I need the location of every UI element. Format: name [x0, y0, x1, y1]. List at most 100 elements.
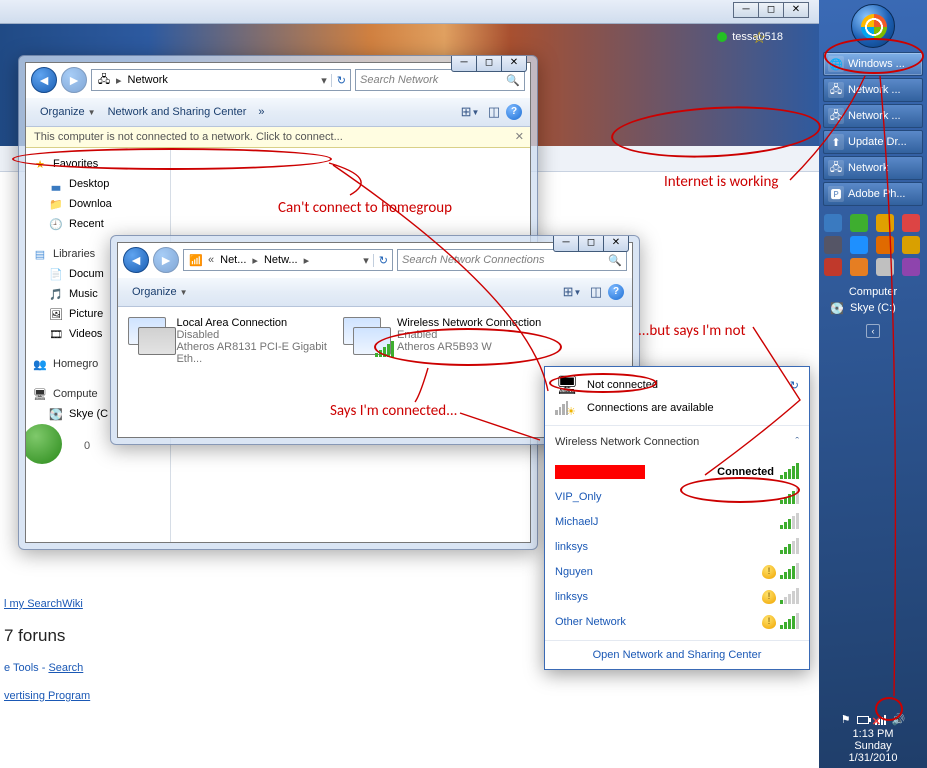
network-name: VIP_Only	[555, 491, 668, 503]
nav-desktop[interactable]: ▃Desktop	[26, 174, 170, 194]
tray-icon[interactable]	[824, 258, 842, 276]
refresh-icon[interactable]: ↻	[790, 379, 799, 392]
page-user[interactable]: tessa0518	[717, 31, 783, 43]
breadcrumb-network[interactable]: Network	[126, 73, 170, 87]
network-row[interactable]: linksys	[555, 534, 799, 559]
tray-icon[interactable]	[850, 236, 868, 254]
desktop-drive[interactable]: 💽Skye (C:)	[819, 298, 927, 318]
refresh-icon[interactable]: ↻	[373, 254, 388, 267]
adapter-lan[interactable]: Local Area Connection Disabled Atheros A…	[124, 313, 339, 369]
minimize-icon[interactable]: ─	[733, 2, 759, 18]
minimize-button[interactable]: ─	[451, 56, 477, 72]
nav-recent[interactable]: 🕘Recent	[26, 214, 170, 234]
shield-icon: !	[762, 590, 776, 604]
address-bar[interactable]: 🖧 ▸ Network ▾ ↻	[91, 69, 351, 91]
view-button[interactable]: ⊞ ▼	[460, 102, 480, 122]
dropdown-icon[interactable]: ▾	[363, 254, 369, 267]
task-button[interactable]: 🌐Windows ...	[823, 52, 923, 76]
network-row[interactable]: linksys!	[555, 584, 799, 609]
shield-icon: !	[762, 565, 776, 579]
network-row[interactable]: Other Network!	[555, 609, 799, 634]
tray-icon[interactable]	[850, 214, 868, 232]
control-panel-icon: 📶	[188, 252, 204, 268]
tray-icon[interactable]	[824, 236, 842, 254]
battery-icon[interactable]	[857, 716, 869, 724]
open-nsc-link[interactable]: Open Network and Sharing Center	[545, 640, 809, 669]
taskbar: 🌐Windows ...🖧Network ...🖧Network ...⬆Upd…	[819, 0, 927, 768]
nsc-button[interactable]: Network and Sharing Center	[102, 103, 253, 121]
organize-button[interactable]: Organize ▼	[34, 103, 102, 121]
browser-chrome	[0, 0, 823, 24]
tray-icon[interactable]	[824, 214, 842, 232]
preview-pane-button[interactable]: ◫	[484, 102, 504, 122]
show-hidden-icons[interactable]: ‹	[866, 324, 880, 338]
maximize-button[interactable]: ◻	[476, 56, 502, 72]
task-label: Update Dr...	[848, 136, 907, 148]
tray-icon[interactable]	[876, 214, 894, 232]
section-header[interactable]: Wireless Network Connection ˆ	[555, 434, 799, 450]
network-name: MichaelJ	[555, 516, 668, 528]
search-box[interactable]: Search Network Connections 🔍	[397, 249, 627, 271]
flag-icon[interactable]: ⚑	[841, 713, 851, 726]
desktop-icon: ▃	[48, 176, 64, 192]
back-button[interactable]: ◄	[123, 247, 149, 273]
window-controls: ─ ◻ ✕	[452, 56, 527, 72]
tray-icon[interactable]	[902, 236, 920, 254]
link-searchwiki[interactable]: l my SearchWiki	[4, 598, 83, 610]
start-button[interactable]	[851, 4, 895, 48]
toolbar-chevron[interactable]: »	[252, 103, 270, 121]
nav-downloads[interactable]: 📁Downloa	[26, 194, 170, 214]
maximize-icon[interactable]: ◻	[758, 2, 784, 18]
forward-button[interactable]: ►	[61, 67, 87, 93]
tray-icon[interactable]	[850, 258, 868, 276]
maximize-button[interactable]: ◻	[578, 236, 604, 252]
signal-icon	[780, 489, 799, 504]
nav-favorites[interactable]: ★Favorites	[26, 154, 170, 174]
link-search[interactable]: Search	[48, 662, 83, 674]
breadcrumb-netw[interactable]: Netw...	[262, 253, 300, 267]
adapter-wifi[interactable]: Wireless Network Connection Enabled Athe…	[339, 313, 554, 361]
refresh-icon[interactable]: ↻	[331, 74, 346, 87]
view-button[interactable]: ⊞ ▼	[562, 282, 582, 302]
collapse-icon[interactable]: ˆ	[795, 436, 799, 448]
task-button[interactable]: 🖧Network ...	[823, 104, 923, 128]
network-tray-icon[interactable]: ✕	[875, 715, 886, 725]
address-bar[interactable]: 📶 « Net... ▸ Netw... ▸ ▾ ↻	[183, 249, 393, 271]
redacted-ssid	[555, 465, 645, 479]
task-button[interactable]: 🖧Network ...	[823, 78, 923, 102]
tray-icon[interactable]	[902, 214, 920, 232]
recent-icon: 🕘	[48, 216, 64, 232]
info-bar-close[interactable]: ✕	[515, 130, 524, 143]
tray-icon[interactable]	[876, 236, 894, 254]
organize-button[interactable]: Organize ▼	[126, 283, 194, 301]
minimize-button[interactable]: ─	[553, 236, 579, 252]
adapter-status: Enabled	[397, 329, 541, 341]
task-button[interactable]: 🅿Adobe Ph...	[823, 182, 923, 206]
close-button[interactable]: ✕	[501, 56, 527, 72]
task-button[interactable]: 🖧Network	[823, 156, 923, 180]
favorite-star-icon[interactable]: ☆	[752, 28, 766, 48]
dropdown-icon[interactable]: ▾	[321, 74, 327, 87]
star-icon: ★	[32, 156, 48, 172]
connections-available-label: Connections are available	[587, 402, 714, 414]
task-button[interactable]: ⬆Update Dr...	[823, 130, 923, 154]
close-button[interactable]: ✕	[603, 236, 629, 252]
tray-icon[interactable]	[876, 258, 894, 276]
network-row[interactable]: VIP_Only	[555, 484, 799, 509]
tray-icon[interactable]	[902, 258, 920, 276]
search-box[interactable]: Search Network 🔍	[355, 69, 525, 91]
network-row[interactable]: Nguyen!	[555, 559, 799, 584]
help-icon[interactable]: ?	[608, 284, 624, 300]
link-advertising[interactable]: vertising Program	[4, 690, 90, 702]
preview-pane-button[interactable]: ◫	[586, 282, 606, 302]
back-button[interactable]: ◄	[31, 67, 57, 93]
volume-icon[interactable]: 🔊	[892, 713, 906, 726]
network-row[interactable]: MichaelJ	[555, 509, 799, 534]
help-icon[interactable]: ?	[506, 104, 522, 120]
breadcrumb-net[interactable]: Net...	[218, 253, 248, 267]
close-icon[interactable]: ✕	[783, 2, 809, 18]
info-bar[interactable]: This computer is not connected to a netw…	[26, 127, 530, 148]
network-row[interactable]: Connected	[555, 459, 799, 484]
clock-time[interactable]: 1:13 PM	[819, 728, 927, 740]
forward-button[interactable]: ►	[153, 247, 179, 273]
